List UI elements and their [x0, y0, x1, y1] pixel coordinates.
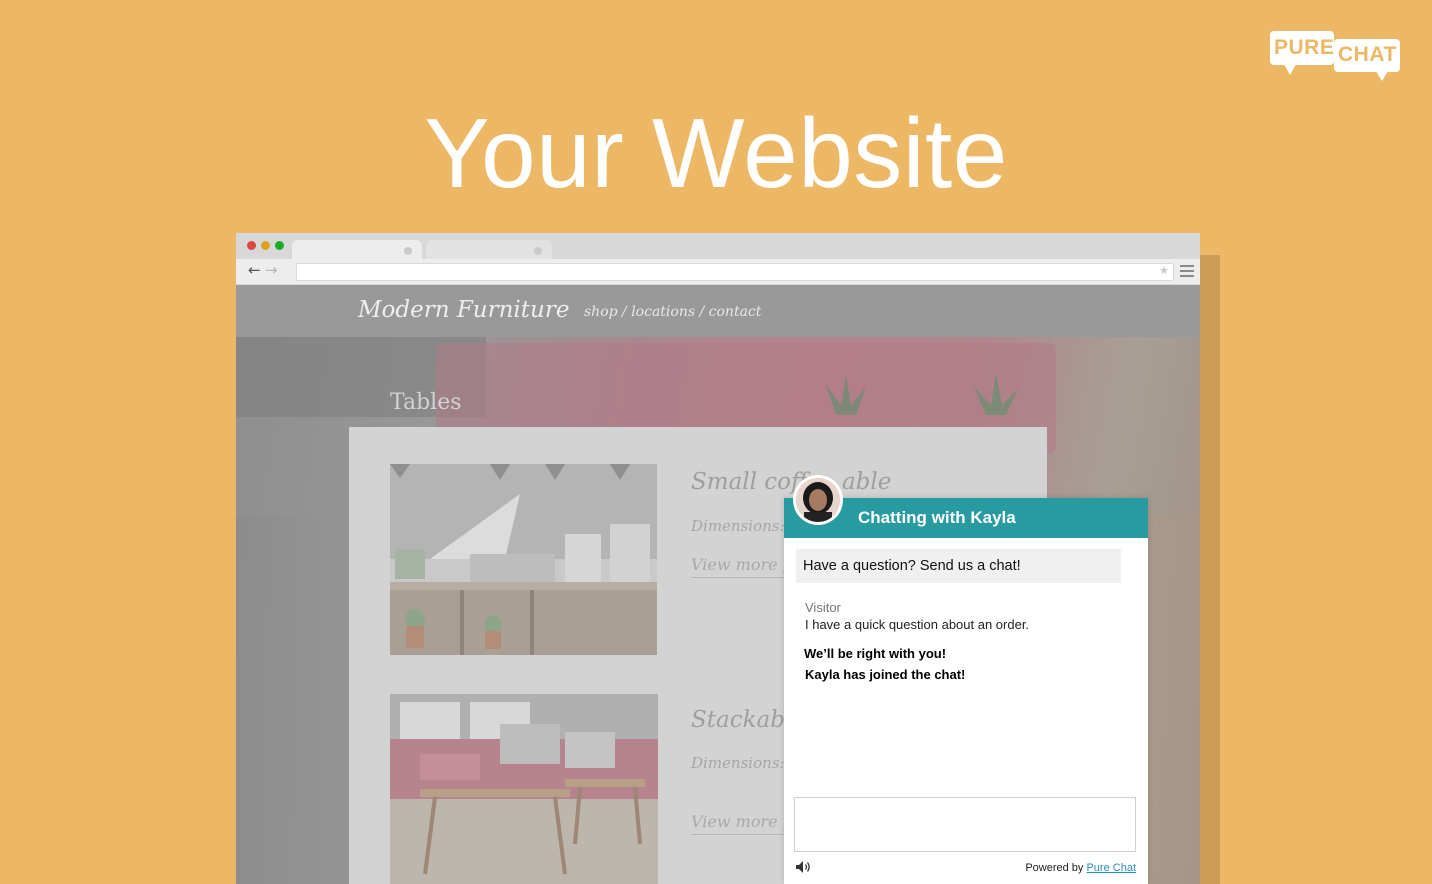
product-view-more-link[interactable]: View more p	[691, 812, 793, 835]
browser-tab-bar	[236, 233, 1200, 259]
browser-menu-icon[interactable]	[1180, 265, 1194, 277]
hero-plants-image	[826, 373, 1018, 415]
message-sender: Visitor	[805, 600, 841, 615]
product-image-coffee-table[interactable]	[390, 464, 657, 655]
minimize-window-icon[interactable]	[261, 241, 270, 250]
system-message: We’ll be right with you!	[804, 646, 947, 661]
logo-word-pure: PURE	[1274, 36, 1335, 59]
address-bar[interactable]: ★	[296, 263, 1174, 281]
product-title-end[interactable]: able	[842, 469, 891, 495]
product-photo-shelf	[390, 464, 657, 655]
product-title[interactable]: Stackabl	[691, 707, 792, 733]
pure-chat-link[interactable]: Pure Chat	[1086, 862, 1136, 874]
agent-avatar-photo	[796, 478, 840, 522]
chat-message-input[interactable]	[794, 797, 1136, 852]
bookmark-star-icon[interactable]: ★	[1159, 264, 1169, 277]
chat-greeting: Have a question? Send us a chat!	[796, 549, 1121, 583]
tab-close-icon[interactable]	[534, 247, 542, 255]
chat-widget: Chatting with Kayla Have a question? Sen…	[784, 498, 1148, 884]
site-brand[interactable]: Modern Furniture	[358, 297, 569, 323]
product-photo-living-room	[390, 694, 658, 884]
system-message: Kayla has joined the chat!	[805, 667, 966, 682]
close-window-icon[interactable]	[247, 241, 256, 250]
pure-chat-logo: PURE CHAT	[1268, 30, 1402, 82]
sound-toggle-icon[interactable]	[795, 860, 813, 874]
product-title[interactable]: Small coff	[691, 469, 807, 495]
browser-toolbar: ← → ★	[236, 259, 1200, 285]
browser-tab-inactive[interactable]	[426, 240, 552, 259]
product-view-more-link[interactable]: View more p	[691, 555, 793, 578]
maximize-window-icon[interactable]	[275, 241, 284, 250]
page-headline: Your Website	[424, 98, 1008, 208]
site-header: Modern Furniture shop / locations / cont…	[236, 285, 1200, 337]
product-dimensions: Dimensions:	[691, 517, 785, 535]
tab-close-icon[interactable]	[404, 247, 412, 255]
powered-by-prefix: Powered by	[1025, 862, 1084, 874]
forward-arrow-icon[interactable]: →	[265, 262, 278, 278]
product-image-stackable-table[interactable]	[390, 694, 658, 884]
logo-word-chat: CHAT	[1338, 43, 1397, 66]
browser-tab-active[interactable]	[292, 240, 422, 259]
chat-header-title: Chatting with Kayla	[858, 508, 1016, 527]
product-dimensions: Dimensions:	[691, 754, 785, 772]
message-text: I have a quick question about an order.	[805, 617, 1030, 632]
agent-avatar	[793, 475, 843, 525]
back-arrow-icon[interactable]: ←	[248, 262, 261, 278]
site-nav-links[interactable]: shop / locations / contact	[584, 304, 761, 320]
section-title: Tables	[390, 390, 462, 415]
powered-by: Powered by Pure Chat	[1025, 862, 1136, 874]
